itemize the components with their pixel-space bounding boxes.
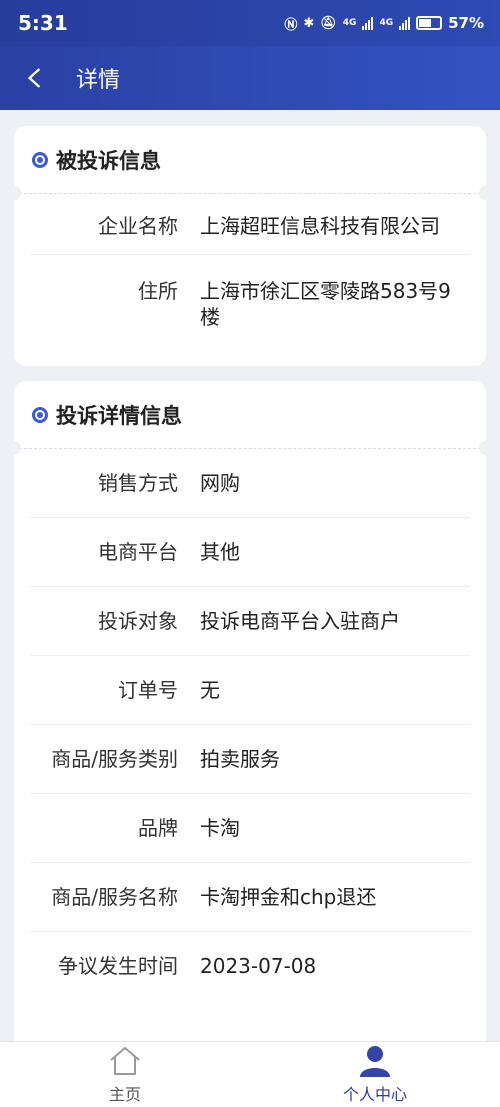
row-value: 卡淘: [200, 816, 240, 840]
detail-row: 商品/服务名称 卡淘押金和chp退还: [30, 863, 470, 932]
section-dot-icon: [32, 151, 48, 168]
user-icon: [360, 1046, 390, 1077]
row-value: 拍卖服务: [200, 747, 280, 771]
section-title: 投诉详情信息: [56, 403, 182, 428]
signal-icon: [362, 16, 374, 30]
nav-profile[interactable]: 个人中心: [250, 1042, 500, 1107]
chevron-left-icon: [28, 68, 40, 88]
row-label: 电商平台: [98, 540, 178, 564]
header-bar: 详情: [0, 46, 500, 110]
nav-home[interactable]: 主页: [0, 1042, 250, 1107]
row-label: 企业名称: [98, 214, 178, 238]
back-button[interactable]: [0, 46, 70, 110]
row-label: 投诉对象: [98, 609, 178, 633]
detail-row: 订单号无: [30, 656, 470, 725]
row-label: 商品/服务名称: [51, 885, 178, 909]
bottom-nav: 主页 个人中心: [0, 1041, 500, 1107]
status-bar: 5:31 Ⓝ ✱ 🔕︎ 4G 4G 57%: [0, 0, 500, 46]
detail-row: 投诉对象 投诉电商平台入驻商户: [30, 587, 470, 656]
row-label: 销售方式: [98, 471, 178, 495]
signal-icon-2: [399, 16, 411, 30]
bluetooth-icon: ✱: [303, 15, 315, 31]
nfc-icon: Ⓝ: [284, 17, 298, 33]
row-value: 上海市徐汇区零陵路583号9楼: [200, 279, 451, 329]
network-type-2: 4G: [379, 18, 394, 28]
complaint-detail-card: 投诉详情信息 销售方式 网购 电商平台 其他 投诉对象 投诉电商平台入驻商户 订单号无…: [7, 381, 493, 1061]
row-value: 其他: [200, 540, 240, 564]
row-label: 商品/服务类别: [51, 747, 178, 771]
row-value: 无: [200, 678, 220, 702]
battery-level: 57%: [448, 14, 484, 32]
row-label: 住所: [138, 279, 178, 303]
info-row: 企业名称 上海超旺信息科技有限公司: [30, 194, 470, 255]
battery-icon: [416, 16, 443, 30]
section-dot-icon: [32, 406, 48, 423]
detail-row: 争议发生时间 2023-07-08: [30, 932, 470, 1000]
section-title: 被投诉信息: [56, 148, 161, 173]
home-icon: [110, 1047, 140, 1075]
network-type-1: 4G: [342, 18, 357, 28]
detail-row: 商品/服务类别 拍卖服务: [30, 725, 470, 794]
detail-row: 电商平台 其他: [30, 518, 470, 587]
row-label: 争议发生时间: [58, 954, 178, 978]
row-value: 网购: [200, 471, 240, 495]
mute-icon: 🔕︎: [320, 15, 337, 31]
status-time: 5:31: [18, 11, 68, 35]
status-icons: Ⓝ ✱ 🔕︎ 4G 4G 57%: [284, 14, 484, 33]
row-value: 上海超旺信息科技有限公司: [200, 214, 440, 238]
nav-home-label: 主页: [108, 1085, 141, 1104]
row-value: 2023-07-08: [200, 954, 317, 978]
complained-info-card: 被投诉信息 企业名称 上海超旺信息科技有限公司 住所 上海市徐汇区零陵路583号…: [7, 126, 493, 366]
detail-row: 销售方式 网购: [30, 449, 470, 518]
row-label: 订单号: [118, 678, 178, 702]
row-value: 投诉电商平台入驻商户: [200, 609, 400, 633]
row-value: 卡淘押金和chp退还: [200, 885, 377, 909]
detail-row: 品牌 卡淘: [30, 794, 470, 863]
nav-profile-label: 个人中心: [342, 1085, 407, 1104]
page-title: 详情: [76, 68, 121, 93]
row-label: 品牌: [138, 816, 178, 840]
info-row: 住所 上海市徐汇区零陵路583号9楼: [30, 255, 470, 348]
card-header: 投诉详情信息: [7, 381, 493, 455]
card-header: 被投诉信息: [7, 126, 493, 200]
